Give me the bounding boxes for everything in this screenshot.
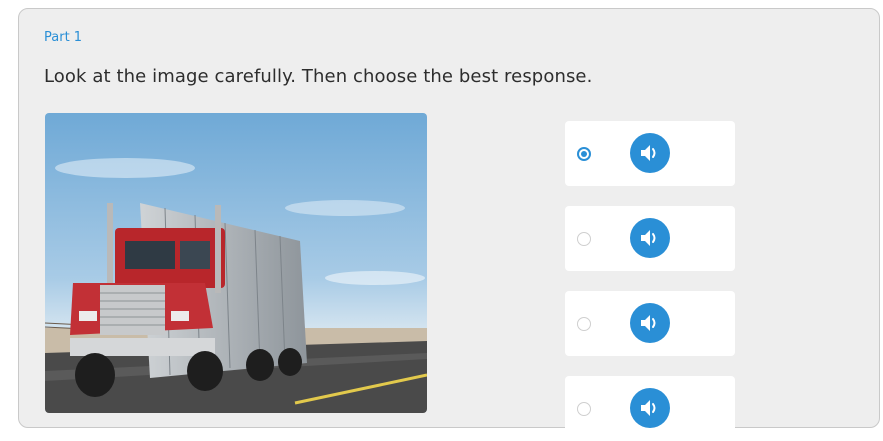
response-option-4[interactable] [565,376,735,441]
radio-button[interactable] [577,317,591,331]
response-option-2[interactable] [565,206,735,271]
radio-button-selected[interactable] [577,147,591,161]
radio-button[interactable] [577,232,591,246]
part-label: Part 1 [44,30,83,45]
speaker-icon[interactable] [630,133,670,173]
truck-image [45,113,427,413]
question-prompt: Look at the image carefully. Then choose… [44,66,593,87]
speaker-icon[interactable] [630,388,670,428]
speaker-icon[interactable] [630,218,670,258]
response-option-1[interactable] [565,121,735,186]
speaker-icon[interactable] [630,303,670,343]
radio-button[interactable] [577,402,591,416]
response-option-3[interactable] [565,291,735,356]
